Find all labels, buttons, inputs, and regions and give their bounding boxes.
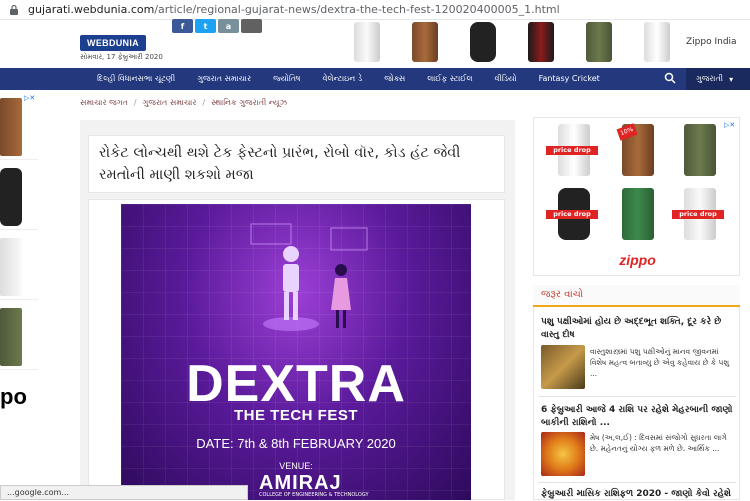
nav-item-gujarat-news[interactable]: ગુજરાત સમાચાર	[186, 74, 262, 84]
ad-tile[interactable]	[0, 94, 38, 160]
nav-item-elections[interactable]: દિલ્હી વિધાનસભા ચૂંટણી	[86, 74, 186, 84]
ad-tile[interactable]	[0, 164, 38, 230]
search-icon[interactable]	[664, 72, 678, 86]
lock-icon	[8, 4, 20, 16]
twitter-icon[interactable]: t	[195, 19, 216, 33]
nav-item-valentine[interactable]: વેલેન્ટાઇન ડે	[312, 74, 374, 84]
story-title[interactable]: પશુ પક્ષીઓમાં હોય છે અદ્દભૂત શક્તિ, દૂર …	[541, 316, 736, 342]
right-product-ad[interactable]: ▷✕ price drop 10% price drop price drop …	[533, 117, 740, 276]
nav-item-video[interactable]: વીડિયો	[484, 74, 528, 84]
site-logo[interactable]: WEBDUNIA	[80, 35, 146, 51]
apple-icon[interactable]	[241, 19, 262, 33]
story-thumbnail[interactable]	[541, 432, 585, 476]
story-title[interactable]: 6 ફેબ્રુઆરી આજે 4 રાશિ પર રહેશે મેહરબાની…	[541, 404, 736, 430]
ad-product[interactable]	[608, 184, 664, 244]
top-product-ad[interactable]	[343, 22, 679, 64]
article-headline: રોકેટ લોન્ચથી થશે ટેક ફેસ્ટનો પ્રારંભ, ર…	[88, 135, 505, 193]
left-side-ad[interactable]: ▷✕ po	[0, 94, 38, 434]
product-lighter-1[interactable]	[343, 22, 389, 64]
nav-item-lifestyle[interactable]: લાઈફ સ્ટાઈલ	[416, 74, 483, 84]
ad-tile[interactable]	[0, 234, 38, 300]
product-lighter-2[interactable]	[401, 22, 447, 64]
story-snippet: વાસ્તુશાસ્ત્રમાં પશુ પક્ષીઓનું માનવ જીવન…	[590, 347, 730, 378]
article-poster-image: DEXTRA THE TECH FEST DATE: 7th & 8th FEB…	[121, 204, 471, 500]
zippo-logo: po	[0, 384, 27, 409]
header-date: સોમવાર, 17 ફેબ્રુઆરી 2020	[80, 53, 163, 61]
story-divider	[538, 396, 736, 397]
poster-venue-label: VENUE:	[279, 461, 313, 471]
robot-illustration	[250, 223, 368, 331]
breadcrumb: સમાચાર જગત / ગુજરાત સમાચાર / સ્થાનિક ગુજ…	[80, 98, 287, 108]
nav-item-jokes[interactable]: જોક્સ	[373, 74, 416, 84]
poster-title: DEXTRA	[186, 355, 406, 413]
ad-product[interactable]: 10%	[608, 120, 664, 180]
address-bar[interactable]: gujarati.webdunia.com /article/regional-…	[0, 0, 750, 20]
nav-item-astrology[interactable]: જ્યોતિષ	[262, 74, 311, 84]
ad-product[interactable]	[670, 120, 726, 180]
url-path: /article/regional-gujarat-news/dextra-th…	[154, 3, 560, 16]
main-nav: દિલ્હી વિધાનસભા ચૂંટણી ગુજરાત સમાચાર જ્ય…	[0, 68, 750, 90]
zippo-logo: zippo	[619, 252, 656, 268]
facebook-icon[interactable]: f	[172, 19, 193, 33]
language-selector[interactable]: ગુજરાતી ▾	[686, 68, 750, 90]
language-label: ગુજરાતી	[696, 74, 724, 83]
nav-item-fantasy-cricket[interactable]: Fantasy Cricket	[528, 74, 611, 84]
ad-product[interactable]: price drop	[670, 184, 726, 244]
product-lighter-5[interactable]	[633, 22, 679, 64]
poster-date: DATE: 7th & 8th FEBRUARY 2020	[196, 436, 396, 451]
ad-product[interactable]: price drop	[544, 184, 600, 244]
breadcrumb-item[interactable]: સમાચાર જગત	[80, 98, 128, 108]
android-icon[interactable]: a	[218, 19, 239, 33]
breadcrumb-item[interactable]: ગુજરાત સમાચાર	[143, 98, 197, 108]
story-snippet: મેષ (અ,લ,ઈ) : દિવસમાં સંજોગો સુધરતા લાગે…	[590, 433, 727, 453]
chevron-down-icon: ▾	[729, 74, 734, 84]
must-read-heading: જરૂર વાંચો	[533, 285, 740, 307]
product-lighter-4[interactable]	[575, 22, 621, 64]
url-host: gujarati.webdunia.com	[28, 3, 155, 16]
story-title[interactable]: ફેબ્રુઆરી માસિક રાશિફળ 2020 - જાણો કેવો …	[541, 488, 736, 501]
product-lighter-3[interactable]	[517, 22, 563, 64]
poster-college-sub: COLLEGE OF ENGINEERING & TECHNOLOGY	[259, 492, 369, 498]
breadcrumb-separator: /	[133, 98, 137, 107]
browser-status-bar: ...google.com...	[0, 485, 248, 500]
breadcrumb-separator: /	[202, 98, 206, 107]
poster-subtitle: THE TECH FEST	[233, 407, 358, 424]
ad-tile[interactable]	[0, 304, 38, 370]
story-divider	[538, 482, 736, 483]
product-pouch[interactable]	[459, 22, 505, 64]
breadcrumb-item[interactable]: સ્થાનિક ગુજરાતી ન્યૂઝ	[211, 98, 287, 108]
social-links: f t a	[172, 19, 262, 33]
story-thumbnail[interactable]	[541, 345, 585, 389]
zippo-india-link[interactable]: Zippo India	[686, 37, 737, 47]
ad-product[interactable]: price drop	[544, 120, 600, 180]
